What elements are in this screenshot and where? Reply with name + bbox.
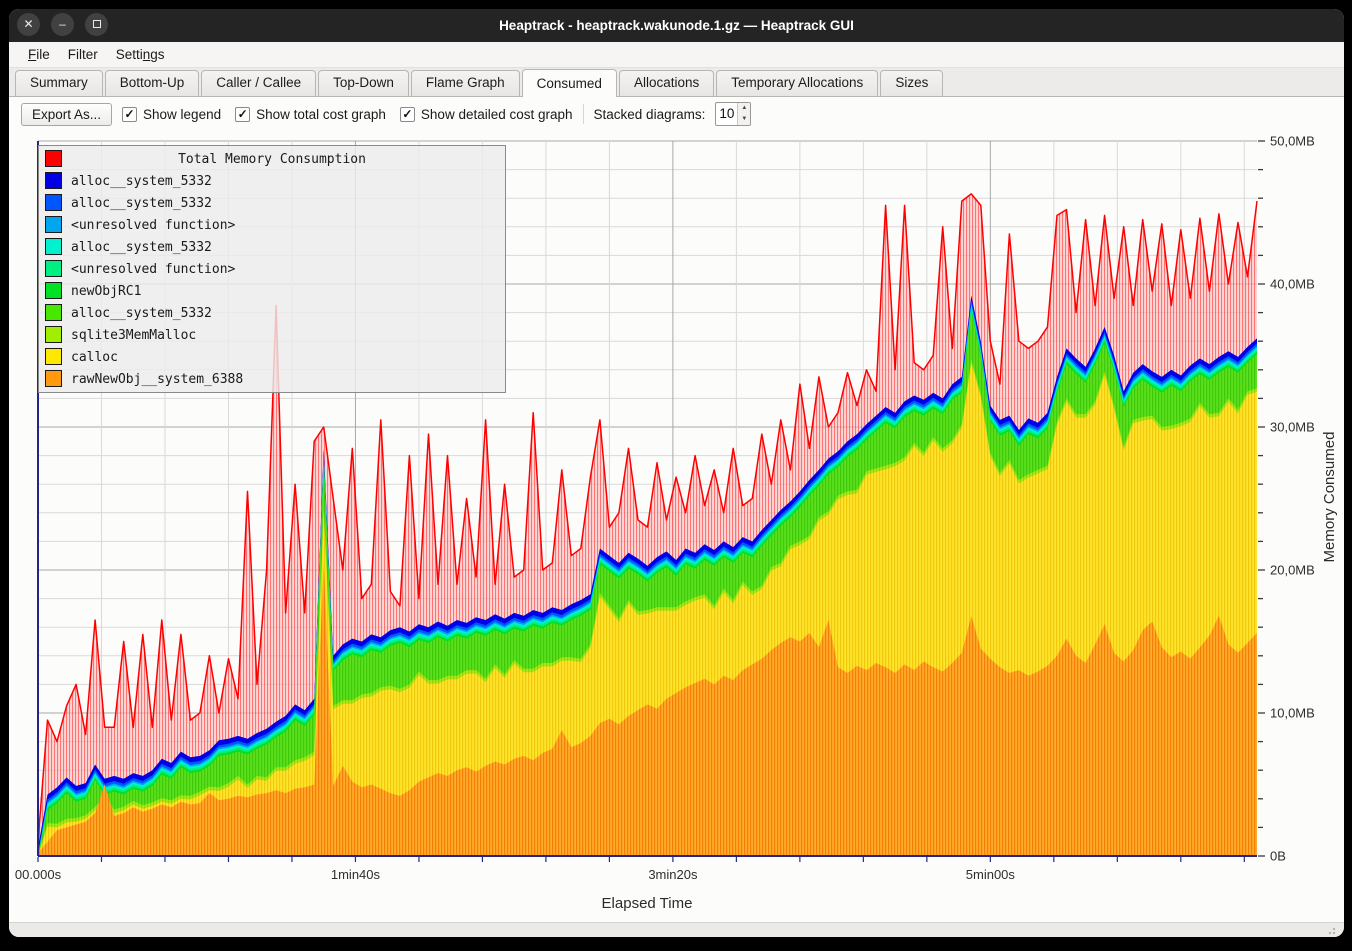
toolbar: Export As... ✓ Show legend ✓ Show total cos… xyxy=(9,97,1344,131)
legend-label: <unresolved function> xyxy=(71,262,235,277)
svg-text:20,0MB: 20,0MB xyxy=(1270,563,1315,578)
legend-label: alloc__system_5332 xyxy=(71,196,212,211)
checkbox-icon[interactable]: ✓ xyxy=(122,107,137,122)
svg-text:0B: 0B xyxy=(1270,849,1286,864)
tab-temporary-allocations[interactable]: Temporary Allocations xyxy=(716,70,878,96)
legend-swatch-icon xyxy=(45,370,62,387)
tab-summary[interactable]: Summary xyxy=(15,70,103,96)
window-title: Heaptrack - heaptrack.wakunode.1.gz — He… xyxy=(499,18,854,33)
checkbox-show-total-cost-graph[interactable]: ✓ Show total cost graph xyxy=(235,107,386,122)
checkbox-label: Show detailed cost graph xyxy=(421,107,573,122)
stacked-diagrams-label: Stacked diagrams: xyxy=(594,107,706,122)
menu-item-settings[interactable]: Settings xyxy=(107,44,174,65)
legend-item: alloc__system_5332 xyxy=(39,236,505,258)
legend-label: <unresolved function> xyxy=(71,218,235,233)
legend-swatch-icon xyxy=(45,194,62,211)
legend-title-row: Total Memory Consumption xyxy=(39,148,505,170)
legend-item: alloc__system_5332 xyxy=(39,192,505,214)
minimize-button[interactable]: – xyxy=(51,13,74,36)
checkbox-icon[interactable]: ✓ xyxy=(400,107,415,122)
legend-swatch-icon xyxy=(45,172,62,189)
svg-text:40,0MB: 40,0MB xyxy=(1270,277,1315,292)
spin-buttons: ▲ ▼ xyxy=(737,103,750,125)
svg-text:Elapsed Time: Elapsed Time xyxy=(602,895,693,912)
svg-text:1min40s: 1min40s xyxy=(331,867,381,882)
toolbar-separator xyxy=(583,104,584,124)
legend-item: calloc xyxy=(39,346,505,368)
svg-text:3min20s: 3min20s xyxy=(648,867,698,882)
tab-bar: SummaryBottom-UpCaller / CalleeTop-DownF… xyxy=(9,68,1344,97)
tab-top-down[interactable]: Top-Down xyxy=(318,70,409,96)
legend-swatch-icon xyxy=(45,304,62,321)
legend-item: sqlite3MemMalloc xyxy=(39,324,505,346)
spin-up-icon[interactable]: ▲ xyxy=(738,103,750,114)
stacked-diagrams-spinbox[interactable]: 10 ▲ ▼ xyxy=(715,102,751,126)
svg-text:30,0MB: 30,0MB xyxy=(1270,420,1315,435)
legend-label: alloc__system_5332 xyxy=(71,306,212,321)
legend-label: calloc xyxy=(71,350,118,365)
legend-item: alloc__system_5332 xyxy=(39,302,505,324)
menu-item-filter[interactable]: Filter xyxy=(59,44,107,65)
maximize-button[interactable] xyxy=(85,13,108,36)
checkbox-icon[interactable]: ✓ xyxy=(235,107,250,122)
svg-text:Memory Consumed: Memory Consumed xyxy=(1321,432,1338,563)
stacked-diagrams-value: 10 xyxy=(716,103,737,125)
checkbox-label: Show total cost graph xyxy=(256,107,386,122)
checkbox-group: ✓ Show legend ✓ Show total cost graph ✓ Show … xyxy=(122,107,573,122)
resize-grip-icon[interactable] xyxy=(1328,927,1338,935)
menu-bar: FileFilterSettings xyxy=(9,42,1344,68)
legend-swatch-icon xyxy=(45,326,62,343)
svg-text:5min00s: 5min00s xyxy=(966,867,1016,882)
chart-area: 00.000s 1min40s 3min20s 5min00s 0B 10,0MB 20,0… xyxy=(9,131,1344,922)
svg-text:00.000s: 00.000s xyxy=(15,867,62,882)
spin-down-icon[interactable]: ▼ xyxy=(738,114,750,125)
tab-flame-graph[interactable]: Flame Graph xyxy=(411,70,520,96)
window-controls: ✕ – xyxy=(17,13,108,36)
checkbox-show-legend[interactable]: ✓ Show legend xyxy=(122,107,221,122)
maximize-icon xyxy=(93,20,101,28)
legend-swatch-icon xyxy=(45,216,62,233)
legend-swatch-icon xyxy=(45,282,62,299)
tab-allocations[interactable]: Allocations xyxy=(619,70,714,96)
legend-label: Total Memory Consumption xyxy=(39,152,505,167)
close-button[interactable]: ✕ xyxy=(17,13,40,36)
export-as-button[interactable]: Export As... xyxy=(21,103,112,126)
svg-text:10,0MB: 10,0MB xyxy=(1270,706,1315,721)
title-bar: ✕ – Heaptrack - heaptrack.wakunode.1.gz … xyxy=(9,9,1344,42)
checkbox-label: Show legend xyxy=(143,107,221,122)
chart-legend: Total Memory Consumption alloc__system_53… xyxy=(38,145,506,393)
svg-text:50,0MB: 50,0MB xyxy=(1270,134,1315,149)
legend-item: newObjRC1 xyxy=(39,280,505,302)
tab-caller-callee[interactable]: Caller / Callee xyxy=(201,70,316,96)
application-window: ✕ – Heaptrack - heaptrack.wakunode.1.gz … xyxy=(9,9,1344,937)
status-strip xyxy=(9,922,1344,937)
legend-label: sqlite3MemMalloc xyxy=(71,328,196,343)
tab-sizes[interactable]: Sizes xyxy=(880,70,943,96)
legend-label: newObjRC1 xyxy=(71,284,141,299)
legend-label: rawNewObj__system_6388 xyxy=(71,372,243,387)
checkbox-show-detailed-cost-graph[interactable]: ✓ Show detailed cost graph xyxy=(400,107,573,122)
legend-label: alloc__system_5332 xyxy=(71,240,212,255)
tab-consumed[interactable]: Consumed xyxy=(522,69,617,97)
legend-label: alloc__system_5332 xyxy=(71,174,212,189)
legend-swatch-icon xyxy=(45,260,62,277)
legend-item: alloc__system_5332 xyxy=(39,170,505,192)
legend-item: <unresolved function> xyxy=(39,214,505,236)
legend-swatch-icon xyxy=(45,348,62,365)
legend-item: rawNewObj__system_6388 xyxy=(39,368,505,390)
legend-item: <unresolved function> xyxy=(39,258,505,280)
menu-item-file[interactable]: File xyxy=(19,44,59,65)
legend-swatch-icon xyxy=(45,238,62,255)
tab-bottom-up[interactable]: Bottom-Up xyxy=(105,70,200,96)
legend-swatch-icon xyxy=(45,150,62,167)
